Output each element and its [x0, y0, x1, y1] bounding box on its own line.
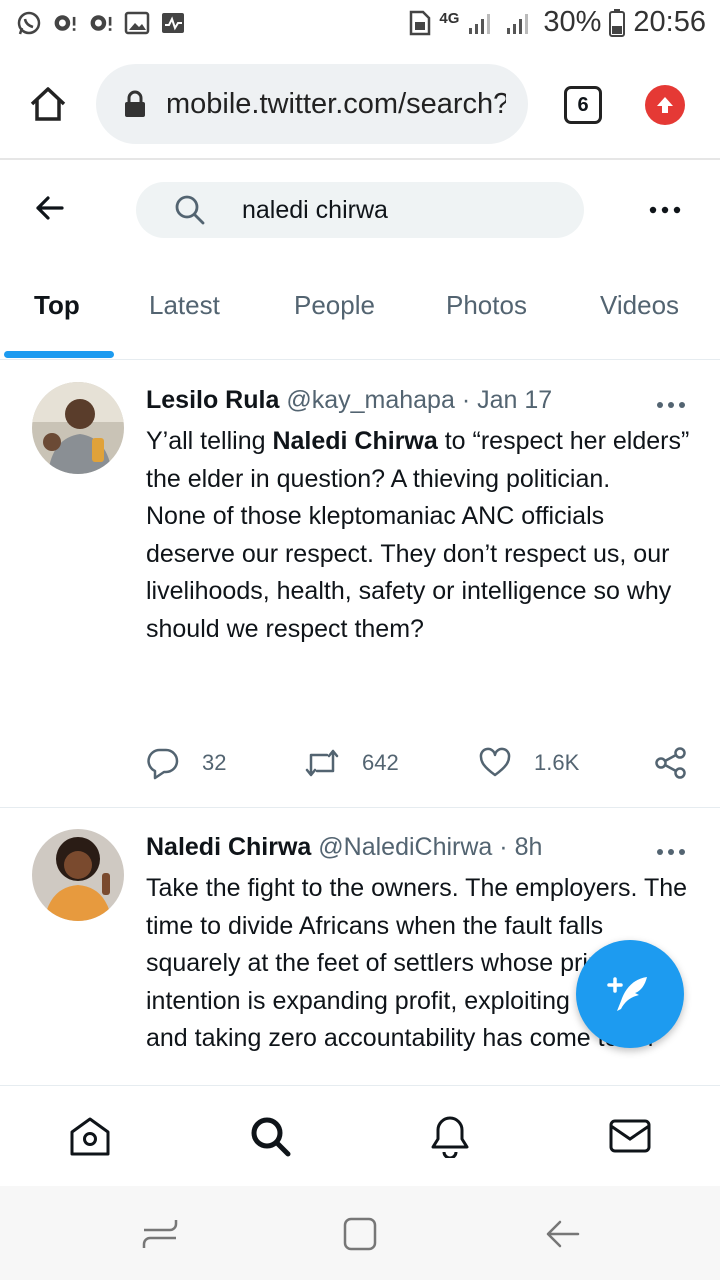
- network-type: 4G: [439, 10, 460, 27]
- tweet-text-part: Y’all telling: [146, 427, 273, 455]
- home-nav-icon[interactable]: [68, 1114, 112, 1158]
- search-header: [0, 162, 720, 256]
- lock-icon: [125, 90, 145, 117]
- address-bar[interactable]: mobile.twitter.com/search?q=naledi%20chi…: [96, 64, 528, 144]
- timestamp[interactable]: 8h: [515, 833, 543, 861]
- system-indicators: 4G 30% 20:56: [409, 6, 706, 39]
- tab-people[interactable]: People: [294, 290, 375, 321]
- signal-icon: [469, 13, 491, 34]
- more-options-icon[interactable]: [648, 198, 682, 222]
- recent-apps-icon[interactable]: [140, 1214, 180, 1254]
- username[interactable]: @NalediChirwa: [318, 833, 492, 861]
- tab-latest[interactable]: Latest: [149, 290, 220, 321]
- whatsapp-icon: [16, 10, 42, 36]
- notifications-nav-icon[interactable]: [428, 1114, 472, 1160]
- back-arrow-icon[interactable]: [32, 190, 68, 226]
- like-button[interactable]: 1.6K: [478, 746, 579, 780]
- share-button[interactable]: [654, 746, 688, 780]
- search-tabs: Top Latest People Photos Videos: [0, 260, 720, 360]
- like-count: 1.6K: [534, 750, 580, 775]
- tab-switcher-button[interactable]: 6: [564, 86, 602, 124]
- update-icon[interactable]: [645, 85, 685, 125]
- back-icon[interactable]: [542, 1214, 582, 1254]
- tweet-header: Naledi Chirwa @NalediChirwa · 8h: [146, 833, 542, 862]
- display-name[interactable]: Naledi Chirwa: [146, 833, 311, 861]
- tweet-more-icon[interactable]: [656, 844, 686, 855]
- share-icon: [655, 747, 686, 779]
- avatar[interactable]: [32, 382, 124, 474]
- compose-quill-icon: [607, 977, 647, 1011]
- activity-icon: [160, 10, 186, 36]
- retweet-icon: [305, 749, 339, 777]
- tweet-actions: 32 642 1.6K: [146, 746, 696, 786]
- active-tab-indicator: [4, 351, 114, 358]
- sim-icon: [410, 10, 431, 35]
- search-box[interactable]: [136, 182, 584, 238]
- reply-count: 32: [202, 750, 227, 775]
- avatar[interactable]: [32, 829, 124, 921]
- clock: 20:56: [633, 6, 706, 38]
- highlighted-name: Naledi Chirwa: [272, 427, 438, 455]
- reply-button[interactable]: 32: [146, 746, 226, 780]
- status-bar: 4G 30% 20:56: [0, 0, 720, 50]
- home-icon[interactable]: [28, 84, 68, 124]
- notification-icons: [16, 10, 186, 36]
- heart-icon: [479, 747, 511, 777]
- tab-top[interactable]: Top: [34, 290, 80, 321]
- search-nav-icon[interactable]: [248, 1114, 292, 1158]
- retweet-button[interactable]: 642: [304, 746, 399, 780]
- message-icon-2: [88, 10, 114, 36]
- message-icon: [52, 10, 78, 36]
- reply-icon: [147, 748, 179, 780]
- display-name[interactable]: Lesilo Rula: [146, 386, 279, 414]
- tweet[interactable]: Lesilo Rula @kay_mahapa · Jan 17 Y’all t…: [0, 362, 720, 808]
- tweet-header: Lesilo Rula @kay_mahapa · Jan 17: [146, 386, 552, 415]
- tweet-text: Y’all telling Naledi Chirwa to “respect …: [146, 423, 698, 648]
- separator-dot: ·: [499, 833, 508, 861]
- battery-icon: [609, 8, 626, 37]
- tweet-more-icon[interactable]: [656, 397, 686, 408]
- tab-photos[interactable]: Photos: [446, 290, 527, 321]
- browser-toolbar: mobile.twitter.com/search?q=naledi%20chi…: [0, 50, 720, 160]
- search-icon: [175, 195, 205, 225]
- separator-dot: ·: [461, 386, 471, 414]
- username[interactable]: @kay_mahapa: [286, 386, 455, 414]
- home-square-icon[interactable]: [340, 1214, 380, 1254]
- timestamp[interactable]: Jan 17: [477, 386, 552, 414]
- tweet-text-part: None of those kleptomaniac ANC officials…: [146, 502, 672, 643]
- bottom-navigation: [0, 1085, 720, 1185]
- system-navigation-bar: [0, 1186, 720, 1280]
- compose-tweet-button[interactable]: [576, 940, 684, 1048]
- gallery-icon: [124, 10, 150, 36]
- messages-nav-icon[interactable]: [608, 1114, 652, 1158]
- url-text[interactable]: mobile.twitter.com/search?q=naledi%20chi…: [166, 88, 506, 121]
- tab-count: 6: [577, 93, 589, 116]
- search-input[interactable]: [242, 195, 542, 225]
- tab-videos[interactable]: Videos: [600, 290, 679, 321]
- battery-percent: 30%: [543, 6, 602, 38]
- retweet-count: 642: [362, 750, 399, 775]
- signal-icon-2: [507, 13, 529, 34]
